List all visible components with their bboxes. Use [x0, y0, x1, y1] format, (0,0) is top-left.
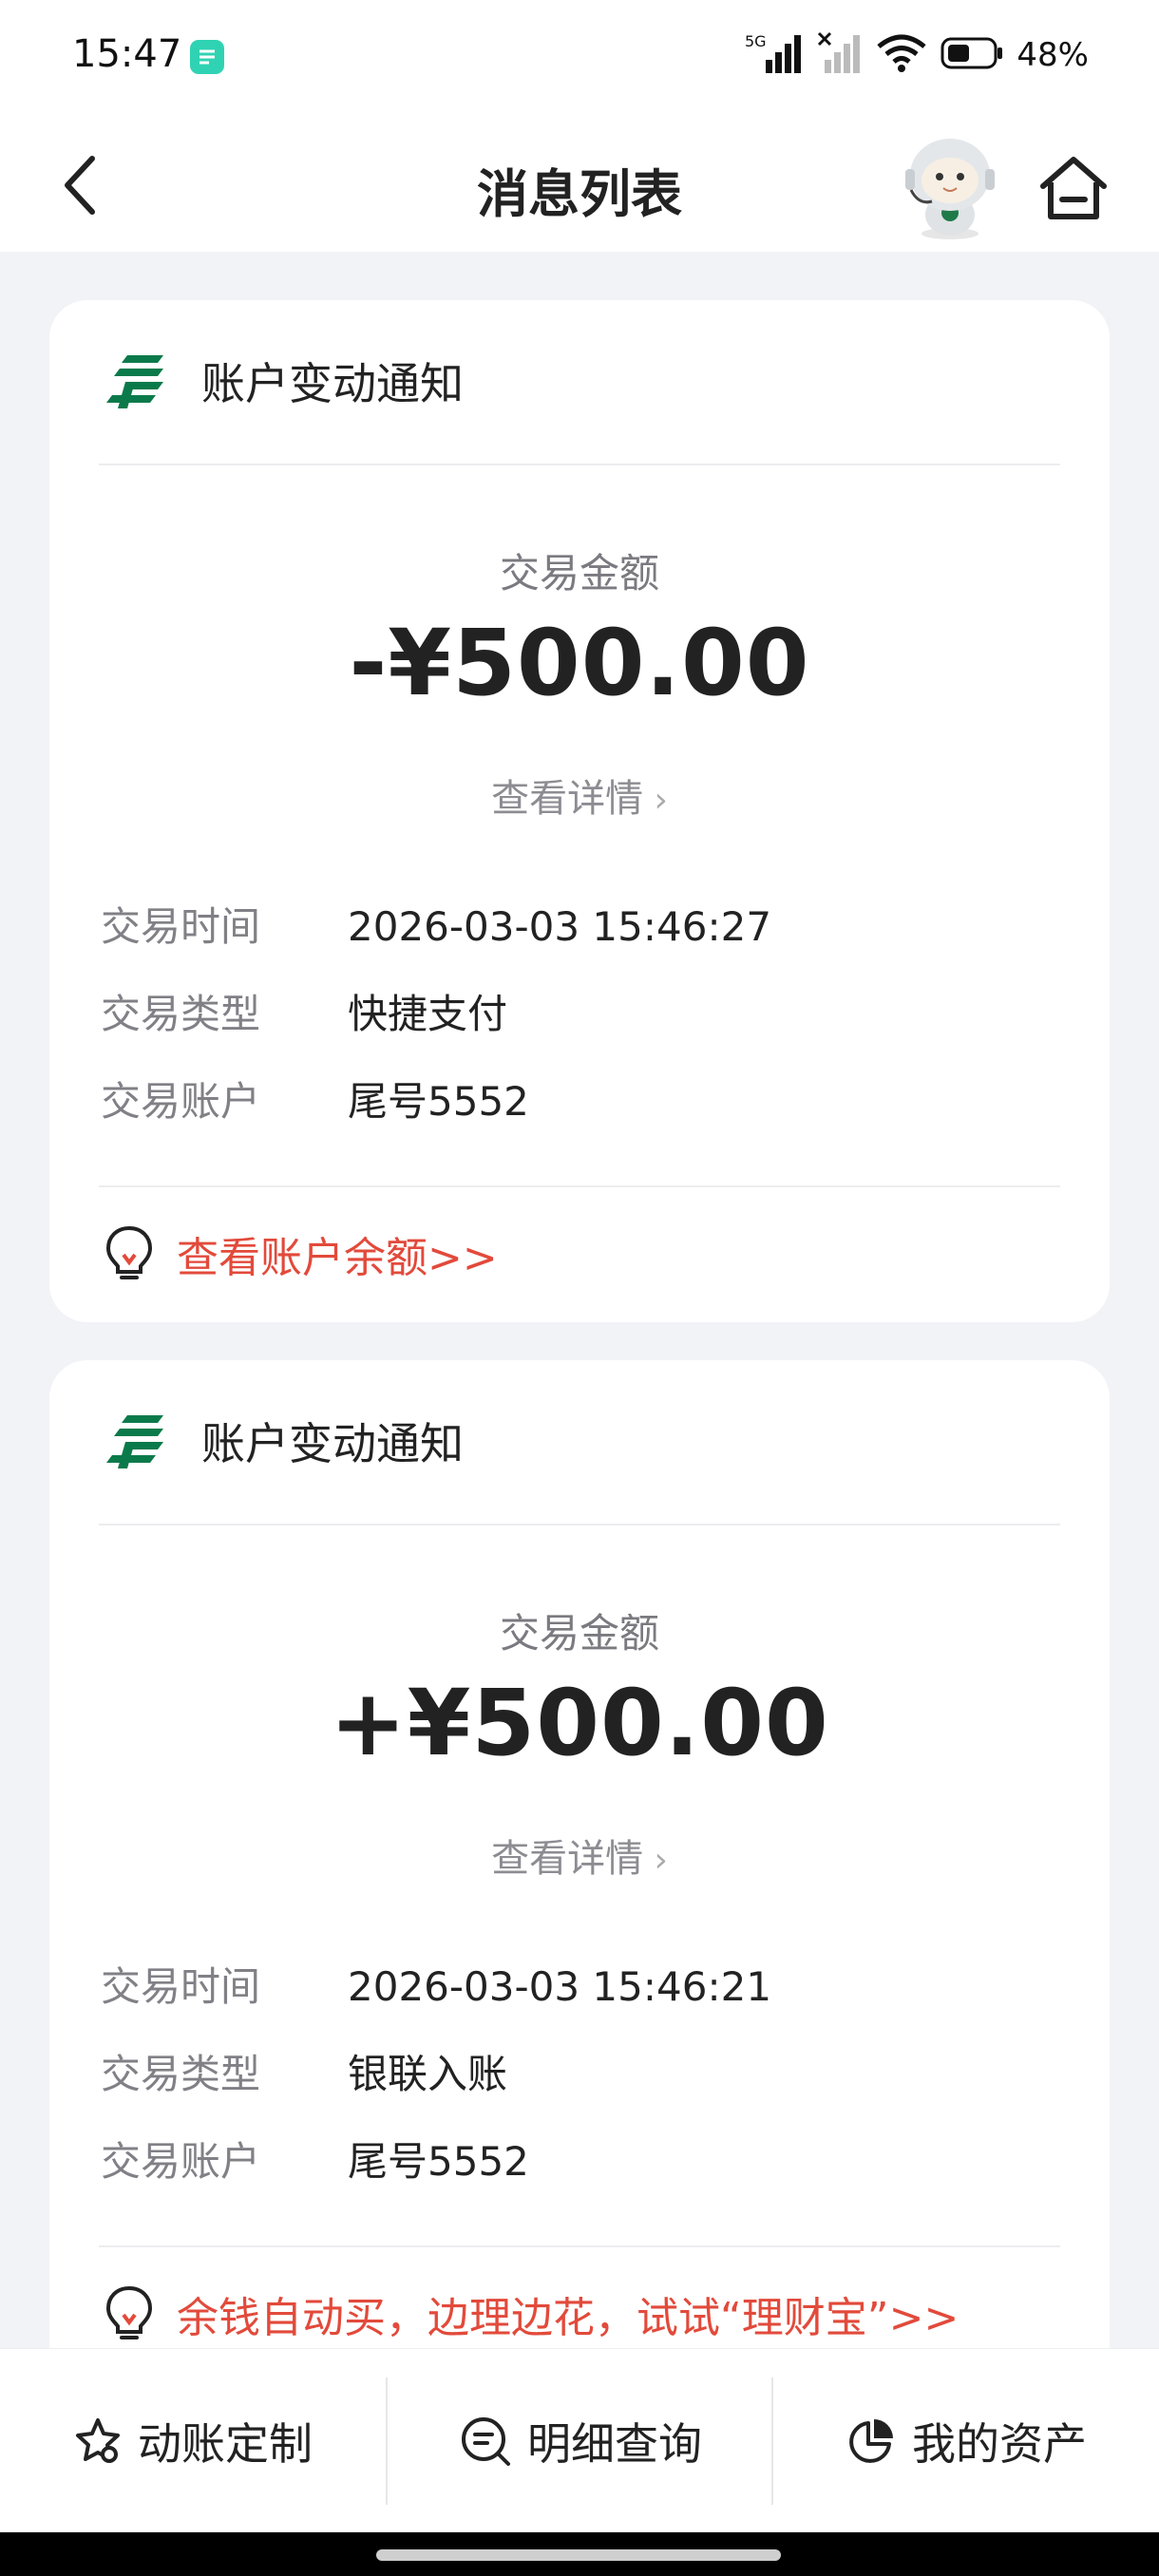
- card-title: 账户变动通知: [201, 1418, 464, 1469]
- view-details-label: 查看详情: [491, 777, 644, 821]
- promo-link[interactable]: 余钱自动买，边理边花，试试“理财宝”>>: [103, 2283, 959, 2344]
- info-value: 尾号5552: [348, 2138, 529, 2185]
- card-divider: [99, 1524, 1060, 1525]
- amount-label: 交易金额: [499, 1610, 659, 1657]
- status-time: 15:47: [72, 32, 182, 76]
- signal-no-service-icon: [817, 31, 863, 79]
- bottom-item-label: 动账定制: [138, 2418, 313, 2470]
- pie-chart-icon: [849, 2419, 893, 2463]
- star-settings-icon: [76, 2418, 120, 2463]
- promo-text: 查看账户余额>>: [177, 1234, 498, 1282]
- view-details-link[interactable]: 查看详情 ›: [49, 1828, 1110, 1883]
- battery-percent: 48%: [1016, 36, 1089, 74]
- status-bar: 15:47 5G 48%: [0, 0, 1159, 114]
- system-navigation-bar: [0, 2532, 1159, 2576]
- info-label: 交易账户: [101, 2138, 261, 2185]
- info-row: 交易时间 2026-03-03 15:46:27: [101, 895, 771, 953]
- postal-bank-logo-icon: [106, 1415, 163, 1468]
- amount-label: 交易金额: [499, 550, 659, 597]
- robot-mascot[interactable]: [898, 131, 1002, 243]
- battery-icon: [940, 36, 1003, 74]
- chevron-right-icon: ›: [643, 781, 668, 820]
- info-label: 交易类型: [101, 2051, 261, 2097]
- chevron-right-icon: ›: [643, 1841, 668, 1880]
- card-divider: [99, 2245, 1060, 2247]
- home-icon: [1040, 157, 1107, 219]
- account-alert-settings-button[interactable]: 动账定制: [0, 2349, 386, 2533]
- info-row: 交易账户 尾号5552: [101, 1070, 529, 1127]
- promo-text: 余钱自动买，边理边花，试试“理财宝”>>: [177, 2294, 960, 2342]
- notification-card[interactable]: 账户变动通知 交易金额 -¥500.00 查看详情 › 交易时间 2026-03-…: [49, 300, 1110, 1322]
- card-header: 账户变动通知: [106, 1408, 464, 1474]
- amount-value: +¥500.00: [330, 1670, 829, 1776]
- info-row: 交易类型 快捷支付: [101, 982, 507, 1040]
- info-label: 交易类型: [101, 991, 261, 1037]
- transaction-details-button[interactable]: 明细查询: [388, 2349, 773, 2533]
- info-row: 交易类型 银联入账: [101, 2042, 507, 2100]
- search-list-icon: [462, 2417, 510, 2466]
- view-details-label: 查看详情: [491, 1837, 644, 1881]
- my-assets-button[interactable]: 我的资产: [773, 2349, 1159, 2533]
- info-value: 2026-03-03 15:46:21: [348, 1963, 772, 2010]
- info-row: 交易账户 尾号5552: [101, 2130, 529, 2188]
- bottom-action-bar: 动账定制 明细查询 我的资产: [0, 2348, 1159, 2533]
- bottom-item-label: 我的资产: [912, 2418, 1087, 2470]
- lightbulb-icon: [105, 1225, 153, 1279]
- info-value: 快捷支付: [348, 991, 508, 1037]
- card-divider: [99, 464, 1060, 465]
- info-row: 交易时间 2026-03-03 15:46:21: [101, 1955, 771, 2013]
- amount-value: -¥500.00: [349, 610, 810, 716]
- wifi-icon: [876, 33, 927, 77]
- app-header: 消息列表: [0, 114, 1159, 252]
- info-label: 交易账户: [101, 1078, 261, 1125]
- svg-text:5G: 5G: [745, 32, 767, 50]
- info-label: 交易时间: [101, 903, 261, 950]
- promo-link[interactable]: 查看账户余额>>: [103, 1223, 498, 1284]
- lightbulb-icon: [105, 2285, 153, 2339]
- notification-card[interactable]: 账户变动通知 交易金额 +¥500.00 查看详情 › 交易时间 2026-03-…: [49, 1360, 1110, 2405]
- info-value: 2026-03-03 15:46:27: [348, 903, 772, 950]
- info-value: 尾号5552: [348, 1078, 529, 1125]
- home-button[interactable]: [1036, 154, 1112, 222]
- bottom-item-label: 明细查询: [527, 2418, 702, 2470]
- signal-5g-icon: 5G: [745, 31, 804, 79]
- app-notification-icon: [190, 40, 224, 74]
- card-header: 账户变动通知: [106, 348, 464, 414]
- info-label: 交易时间: [101, 1963, 261, 2010]
- postal-bank-logo-icon: [106, 355, 163, 408]
- gesture-handle[interactable]: [376, 2549, 781, 2561]
- card-title: 账户变动通知: [201, 358, 464, 409]
- view-details-link[interactable]: 查看详情 ›: [49, 767, 1110, 823]
- info-value: 银联入账: [348, 2051, 508, 2097]
- status-right-icons: 5G 48%: [745, 27, 1089, 84]
- card-divider: [99, 1185, 1060, 1187]
